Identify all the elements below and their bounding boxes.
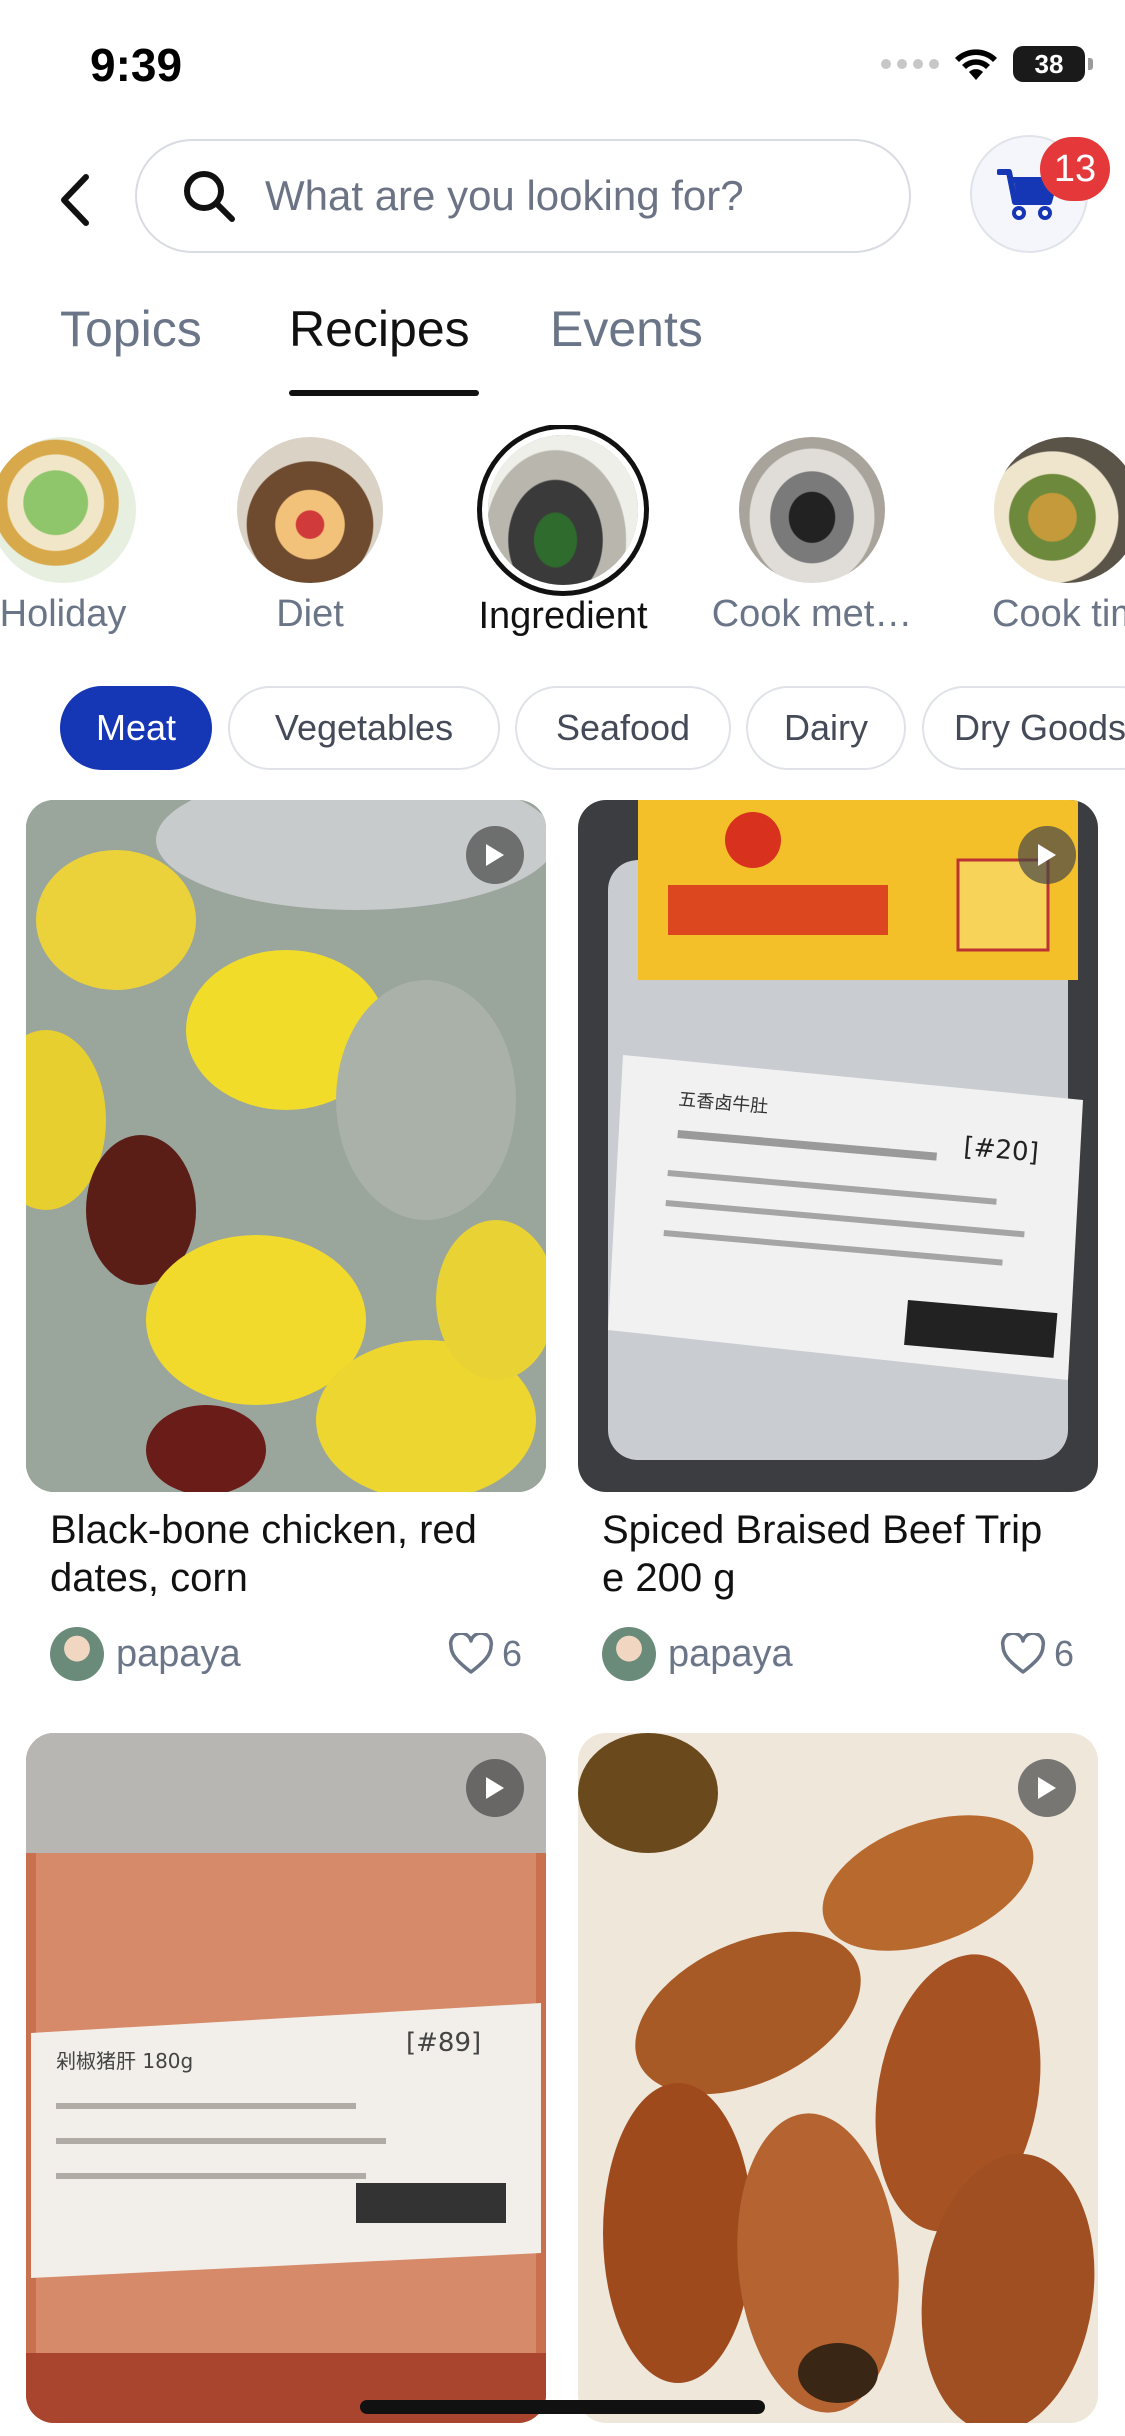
search-icon <box>184 171 235 222</box>
recipe-card[interactable]: Black-bone chicken, red dates, corn papa… <box>26 800 546 1682</box>
cellular-signal-icon <box>881 59 939 69</box>
category-diet-image <box>237 437 383 583</box>
heart-icon <box>1000 1633 1046 1674</box>
heart-icon <box>448 1633 494 1674</box>
chip-vegetables[interactable]: Vegetables <box>228 686 500 770</box>
packaged-pork-liver-image: 剁椒猪肝 180g [#89] <box>26 1733 546 2423</box>
home-indicator <box>360 2400 765 2414</box>
recipe-photo[interactable]: 五香卤牛肚 [#20] <box>578 800 1098 1492</box>
ingredient-filter-chips: Meat Vegetables Seafood Dairy Dry Goods <box>0 686 1125 772</box>
packaged-beef-tripe-image: 五香卤牛肚 [#20] <box>578 800 1098 1492</box>
recipe-title: Black-bone chicken, red dates, corn <box>50 1508 477 1600</box>
category-carousel: Holiday Diet Ingredient Cook met… Cook t… <box>0 425 1125 645</box>
tab-recipes[interactable]: Recipes <box>289 300 470 358</box>
recipe-photo[interactable] <box>26 800 546 1492</box>
recipe-card[interactable]: 剁椒猪肝 180g [#89] <box>26 1733 546 2423</box>
category-holiday-image <box>0 437 136 583</box>
recipe-card[interactable] <box>578 1733 1098 2423</box>
author-avatar[interactable] <box>602 1627 656 1681</box>
category-diet[interactable]: Diet <box>190 425 430 636</box>
category-cook-method-image <box>739 437 885 583</box>
like-button[interactable]: 6 <box>448 1633 522 1675</box>
like-count: 6 <box>501 1633 522 1674</box>
tab-events[interactable]: Events <box>550 300 703 358</box>
header: What are you looking for? 13 <box>0 135 1125 265</box>
video-play-icon <box>1018 826 1076 884</box>
recipe-title: Spiced Braised Beef Trip e 200 g <box>602 1508 1043 1600</box>
video-play-icon <box>1018 1759 1076 1817</box>
video-play-icon <box>466 1759 524 1817</box>
recipe-card[interactable]: 五香卤牛肚 [#20] Spiced Braised Beef Trip e 2… <box>578 800 1098 1682</box>
back-button[interactable] <box>50 165 100 235</box>
recipe-meta: papaya 6 <box>602 1626 1074 1682</box>
tab-topics[interactable]: Topics <box>60 300 202 358</box>
category-ingredient-image <box>488 435 638 585</box>
package-label-code: [#89] <box>406 2028 481 2058</box>
status-icons: 38 <box>881 46 1093 82</box>
recipe-photo[interactable]: 剁椒猪肝 180g [#89] <box>26 1733 546 2423</box>
status-time: 9:39 <box>90 39 183 91</box>
category-cook-time-image <box>994 437 1125 583</box>
author-name[interactable]: papaya <box>116 1633 448 1676</box>
category-cook-time[interactable]: Cook tim <box>947 425 1125 636</box>
wifi-icon <box>955 49 997 80</box>
tab-bar: Topics Recipes Events <box>0 290 1125 400</box>
category-cook-method[interactable]: Cook met… <box>692 425 932 636</box>
cart-count-badge: 13 <box>1040 137 1110 201</box>
recipe-meta: papaya 6 <box>50 1626 522 1682</box>
author-name[interactable]: papaya <box>668 1633 1000 1676</box>
recipe-photo[interactable] <box>578 1733 1098 2423</box>
battery-icon: 38 <box>1013 46 1093 82</box>
category-holiday[interactable]: Holiday <box>0 425 183 636</box>
active-tab-indicator <box>289 390 479 396</box>
category-ingredient[interactable]: Ingredient <box>443 425 683 638</box>
chip-dairy[interactable]: Dairy <box>746 686 906 770</box>
like-count: 6 <box>1053 1633 1074 1674</box>
search-input[interactable]: What are you looking for? <box>135 139 911 253</box>
video-play-icon <box>466 826 524 884</box>
package-label-name: 剁椒猪肝 180g <box>56 2049 193 2073</box>
search-placeholder: What are you looking for? <box>265 172 744 219</box>
chevron-left-icon <box>61 174 89 226</box>
corn-soup-image <box>26 800 546 1492</box>
author-avatar[interactable] <box>50 1627 104 1681</box>
chip-dry-goods[interactable]: Dry Goods <box>922 686 1125 770</box>
status-bar: 9:39 38 <box>0 0 1125 140</box>
battery-level: 38 <box>1034 48 1064 79</box>
chip-seafood[interactable]: Seafood <box>515 686 731 770</box>
chip-meat[interactable]: Meat <box>60 686 212 770</box>
like-button[interactable]: 6 <box>1000 1633 1074 1675</box>
chicken-wings-image <box>578 1733 1098 2423</box>
